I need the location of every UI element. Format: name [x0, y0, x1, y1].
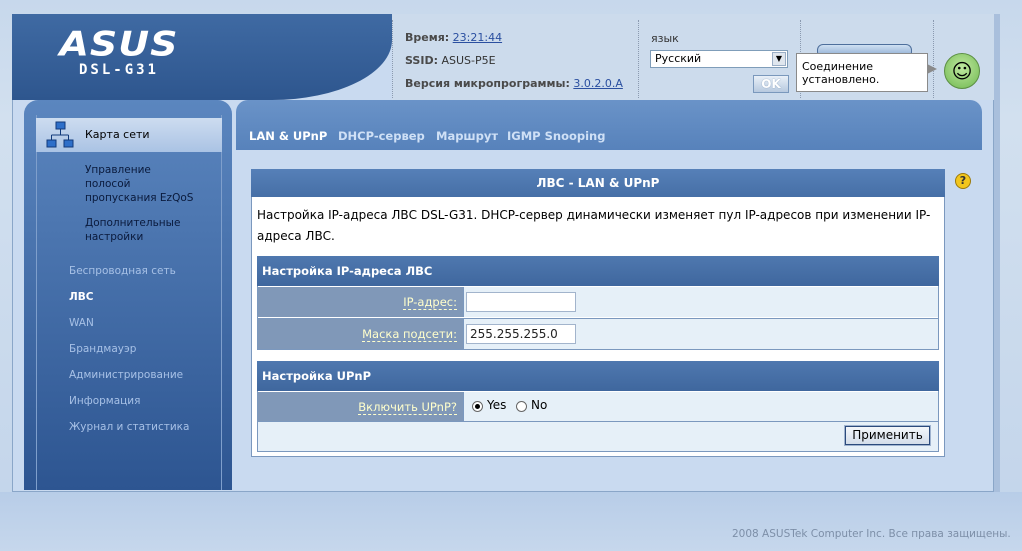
upnp-no-radio[interactable] [516, 401, 527, 412]
tab-dhcp-server[interactable]: DHCP-сервер [338, 129, 425, 143]
time-label: Время: [405, 31, 450, 44]
bottom-band [0, 492, 1022, 551]
sidebar-item-advanced[interactable]: Дополнительные настройки [85, 216, 195, 244]
language-label: язык [651, 32, 679, 45]
router-mascot-icon[interactable]: ☺ [944, 53, 980, 89]
ssid-value: ASUS-P5E [441, 54, 496, 67]
sidebar-item-lan[interactable]: ЛВС [69, 291, 93, 303]
sidebar-item-firewall[interactable]: Брандмауэр [69, 343, 136, 355]
model-name: DSL-G31 [78, 62, 159, 78]
header-divider [392, 20, 393, 98]
ip-address-field[interactable] [466, 292, 576, 312]
firmware-label: Версия микропрограммы: [405, 77, 570, 90]
ssid-label: SSID: [405, 54, 438, 67]
sidebar-item-administration[interactable]: Администрирование [69, 369, 183, 381]
sidebar-item-ezqos[interactable]: Управление полосой пропускания EzQoS [85, 163, 195, 205]
connection-tooltip: Соединение установлено. [796, 53, 928, 92]
firmware-link[interactable]: 3.0.2.0.A [573, 77, 623, 90]
tab-route[interactable]: Маршрут [436, 129, 498, 143]
tooltip-arrow [927, 64, 937, 74]
firmware-row: Версия микропрограммы: 3.0.2.0.A [405, 77, 623, 90]
language-ok-button[interactable]: OK [753, 75, 789, 93]
upnp-yes-radio[interactable] [472, 401, 483, 412]
subnet-mask-field[interactable]: 255.255.255.0 [466, 324, 576, 344]
copyright-footer: 2008 ASUSTek Computer Inc. Все права защ… [732, 528, 1011, 540]
panel-description: Настройка IP-адреса ЛВС DSL-G31. DHCP-се… [257, 208, 931, 243]
upnp-yes-label[interactable]: Yes [487, 398, 506, 412]
language-select[interactable]: Русский ▼ [650, 50, 788, 68]
upnp-label-cell: Включить UPnP? [258, 392, 463, 422]
chevron-down-icon[interactable]: ▼ [772, 52, 786, 66]
network-map-icon [46, 121, 74, 148]
upnp-no-label[interactable]: No [531, 398, 547, 412]
tab-lan-upnp[interactable]: LAN & UPnP [249, 129, 327, 143]
ip-label: IP-адрес: [403, 295, 457, 310]
ip-label-cell: IP-адрес: [258, 287, 463, 317]
ssid-row: SSID: ASUS-P5E [405, 54, 496, 67]
sidebar-item-information[interactable]: Информация [69, 395, 140, 407]
sidebar-item-wan[interactable]: WAN [69, 317, 94, 329]
ip-section-title: Настройка IP-адреса ЛВС [257, 256, 939, 286]
sidebar-item-log[interactable]: Журнал и статистика [69, 421, 189, 433]
mask-label: Маска подсети: [362, 327, 457, 342]
sidebar-item-network-map-label[interactable]: Карта сети [85, 128, 150, 141]
right-edge [994, 14, 1000, 492]
tab-igmp-snooping[interactable]: IGMP Snooping [507, 129, 605, 143]
header-divider [933, 20, 934, 98]
brand-logo: ASUS [59, 24, 179, 64]
time-link[interactable]: 23:21:44 [453, 31, 502, 44]
apply-button[interactable]: Применить [844, 425, 931, 446]
help-icon[interactable]: ? [955, 173, 971, 189]
upnp-section-title: Настройка UPnP [257, 361, 939, 391]
upnp-label: Включить UPnP? [358, 400, 457, 415]
language-selected: Русский [655, 52, 702, 65]
mask-label-cell: Маска подсети: [258, 319, 463, 349]
apply-row [258, 422, 938, 451]
time-row: Время: 23:21:44 [405, 31, 502, 44]
sidebar-item-wireless[interactable]: Беспроводная сеть [69, 265, 176, 277]
header-divider [638, 20, 639, 98]
panel-title: ЛВС - LAN & UPnP [251, 169, 945, 197]
